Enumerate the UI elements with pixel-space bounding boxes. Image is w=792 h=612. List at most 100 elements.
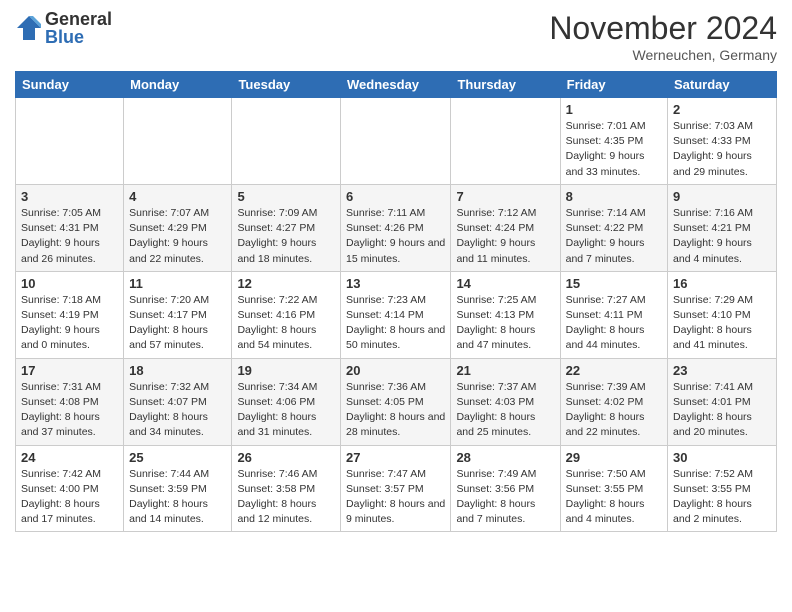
day-info: Sunrise: 7:32 AMSunset: 4:07 PMDaylight:… <box>129 381 209 439</box>
col-saturday: Saturday <box>668 72 777 98</box>
calendar-cell <box>232 98 341 185</box>
calendar-week-1: 1 Sunrise: 7:01 AMSunset: 4:35 PMDayligh… <box>16 98 777 185</box>
day-number: 20 <box>346 363 445 378</box>
day-info: Sunrise: 7:50 AMSunset: 3:55 PMDaylight:… <box>566 468 646 526</box>
calendar-cell: 24 Sunrise: 7:42 AMSunset: 4:00 PMDaylig… <box>16 445 124 532</box>
day-number: 11 <box>129 276 226 291</box>
calendar-week-3: 10 Sunrise: 7:18 AMSunset: 4:19 PMDaylig… <box>16 271 777 358</box>
day-number: 7 <box>456 189 554 204</box>
day-info: Sunrise: 7:27 AMSunset: 4:11 PMDaylight:… <box>566 294 646 352</box>
calendar-cell: 10 Sunrise: 7:18 AMSunset: 4:19 PMDaylig… <box>16 271 124 358</box>
col-sunday: Sunday <box>16 72 124 98</box>
day-info: Sunrise: 7:44 AMSunset: 3:59 PMDaylight:… <box>129 468 209 526</box>
day-info: Sunrise: 7:37 AMSunset: 4:03 PMDaylight:… <box>456 381 536 439</box>
calendar-cell: 1 Sunrise: 7:01 AMSunset: 4:35 PMDayligh… <box>560 98 667 185</box>
day-info: Sunrise: 7:12 AMSunset: 4:24 PMDaylight:… <box>456 207 536 265</box>
calendar-cell: 16 Sunrise: 7:29 AMSunset: 4:10 PMDaylig… <box>668 271 777 358</box>
calendar-header: Sunday Monday Tuesday Wednesday Thursday… <box>16 72 777 98</box>
calendar: Sunday Monday Tuesday Wednesday Thursday… <box>15 71 777 532</box>
day-number: 16 <box>673 276 771 291</box>
day-number: 5 <box>237 189 335 204</box>
day-number: 15 <box>566 276 662 291</box>
day-number: 26 <box>237 450 335 465</box>
calendar-week-5: 24 Sunrise: 7:42 AMSunset: 4:00 PMDaylig… <box>16 445 777 532</box>
day-info: Sunrise: 7:41 AMSunset: 4:01 PMDaylight:… <box>673 381 753 439</box>
calendar-cell: 7 Sunrise: 7:12 AMSunset: 4:24 PMDayligh… <box>451 184 560 271</box>
header-row: Sunday Monday Tuesday Wednesday Thursday… <box>16 72 777 98</box>
day-number: 3 <box>21 189 118 204</box>
location: Werneuchen, Germany <box>549 47 777 63</box>
day-info: Sunrise: 7:46 AMSunset: 3:58 PMDaylight:… <box>237 468 317 526</box>
calendar-cell: 4 Sunrise: 7:07 AMSunset: 4:29 PMDayligh… <box>124 184 232 271</box>
day-info: Sunrise: 7:25 AMSunset: 4:13 PMDaylight:… <box>456 294 536 352</box>
day-info: Sunrise: 7:29 AMSunset: 4:10 PMDaylight:… <box>673 294 753 352</box>
day-info: Sunrise: 7:34 AMSunset: 4:06 PMDaylight:… <box>237 381 317 439</box>
day-number: 10 <box>21 276 118 291</box>
day-number: 30 <box>673 450 771 465</box>
day-number: 8 <box>566 189 662 204</box>
day-number: 4 <box>129 189 226 204</box>
calendar-cell: 14 Sunrise: 7:25 AMSunset: 4:13 PMDaylig… <box>451 271 560 358</box>
day-info: Sunrise: 7:31 AMSunset: 4:08 PMDaylight:… <box>21 381 101 439</box>
calendar-cell: 28 Sunrise: 7:49 AMSunset: 3:56 PMDaylig… <box>451 445 560 532</box>
col-thursday: Thursday <box>451 72 560 98</box>
day-number: 19 <box>237 363 335 378</box>
day-info: Sunrise: 7:23 AMSunset: 4:14 PMDaylight:… <box>346 294 445 352</box>
day-info: Sunrise: 7:42 AMSunset: 4:00 PMDaylight:… <box>21 468 101 526</box>
calendar-cell: 30 Sunrise: 7:52 AMSunset: 3:55 PMDaylig… <box>668 445 777 532</box>
calendar-cell: 2 Sunrise: 7:03 AMSunset: 4:33 PMDayligh… <box>668 98 777 185</box>
day-info: Sunrise: 7:18 AMSunset: 4:19 PMDaylight:… <box>21 294 101 352</box>
calendar-cell: 6 Sunrise: 7:11 AMSunset: 4:26 PMDayligh… <box>341 184 451 271</box>
day-info: Sunrise: 7:07 AMSunset: 4:29 PMDaylight:… <box>129 207 209 265</box>
day-number: 12 <box>237 276 335 291</box>
calendar-week-4: 17 Sunrise: 7:31 AMSunset: 4:08 PMDaylig… <box>16 358 777 445</box>
day-info: Sunrise: 7:11 AMSunset: 4:26 PMDaylight:… <box>346 207 445 265</box>
logo-text: General Blue <box>45 10 112 46</box>
day-number: 9 <box>673 189 771 204</box>
calendar-cell: 3 Sunrise: 7:05 AMSunset: 4:31 PMDayligh… <box>16 184 124 271</box>
day-info: Sunrise: 7:20 AMSunset: 4:17 PMDaylight:… <box>129 294 209 352</box>
day-number: 29 <box>566 450 662 465</box>
day-number: 18 <box>129 363 226 378</box>
col-wednesday: Wednesday <box>341 72 451 98</box>
logo-general-text: General <box>45 10 112 28</box>
calendar-cell <box>16 98 124 185</box>
header: General Blue November 2024 Werneuchen, G… <box>15 10 777 63</box>
calendar-cell: 27 Sunrise: 7:47 AMSunset: 3:57 PMDaylig… <box>341 445 451 532</box>
title-area: November 2024 Werneuchen, Germany <box>549 10 777 63</box>
calendar-cell: 11 Sunrise: 7:20 AMSunset: 4:17 PMDaylig… <box>124 271 232 358</box>
calendar-body: 1 Sunrise: 7:01 AMSunset: 4:35 PMDayligh… <box>16 98 777 532</box>
day-info: Sunrise: 7:16 AMSunset: 4:21 PMDaylight:… <box>673 207 753 265</box>
calendar-cell: 9 Sunrise: 7:16 AMSunset: 4:21 PMDayligh… <box>668 184 777 271</box>
day-number: 25 <box>129 450 226 465</box>
calendar-cell: 5 Sunrise: 7:09 AMSunset: 4:27 PMDayligh… <box>232 184 341 271</box>
logo-icon <box>15 14 43 42</box>
calendar-cell <box>451 98 560 185</box>
day-number: 6 <box>346 189 445 204</box>
day-number: 17 <box>21 363 118 378</box>
calendar-cell: 8 Sunrise: 7:14 AMSunset: 4:22 PMDayligh… <box>560 184 667 271</box>
calendar-cell: 21 Sunrise: 7:37 AMSunset: 4:03 PMDaylig… <box>451 358 560 445</box>
day-info: Sunrise: 7:09 AMSunset: 4:27 PMDaylight:… <box>237 207 317 265</box>
day-number: 1 <box>566 102 662 117</box>
calendar-week-2: 3 Sunrise: 7:05 AMSunset: 4:31 PMDayligh… <box>16 184 777 271</box>
col-tuesday: Tuesday <box>232 72 341 98</box>
calendar-cell: 25 Sunrise: 7:44 AMSunset: 3:59 PMDaylig… <box>124 445 232 532</box>
day-info: Sunrise: 7:49 AMSunset: 3:56 PMDaylight:… <box>456 468 536 526</box>
col-friday: Friday <box>560 72 667 98</box>
calendar-cell: 13 Sunrise: 7:23 AMSunset: 4:14 PMDaylig… <box>341 271 451 358</box>
day-number: 2 <box>673 102 771 117</box>
col-monday: Monday <box>124 72 232 98</box>
day-info: Sunrise: 7:52 AMSunset: 3:55 PMDaylight:… <box>673 468 753 526</box>
day-number: 23 <box>673 363 771 378</box>
calendar-cell: 22 Sunrise: 7:39 AMSunset: 4:02 PMDaylig… <box>560 358 667 445</box>
day-info: Sunrise: 7:36 AMSunset: 4:05 PMDaylight:… <box>346 381 445 439</box>
calendar-cell: 18 Sunrise: 7:32 AMSunset: 4:07 PMDaylig… <box>124 358 232 445</box>
day-number: 13 <box>346 276 445 291</box>
logo-blue-text: Blue <box>45 28 112 46</box>
day-info: Sunrise: 7:05 AMSunset: 4:31 PMDaylight:… <box>21 207 101 265</box>
calendar-cell: 23 Sunrise: 7:41 AMSunset: 4:01 PMDaylig… <box>668 358 777 445</box>
calendar-cell: 15 Sunrise: 7:27 AMSunset: 4:11 PMDaylig… <box>560 271 667 358</box>
page: General Blue November 2024 Werneuchen, G… <box>0 0 792 542</box>
calendar-cell <box>341 98 451 185</box>
